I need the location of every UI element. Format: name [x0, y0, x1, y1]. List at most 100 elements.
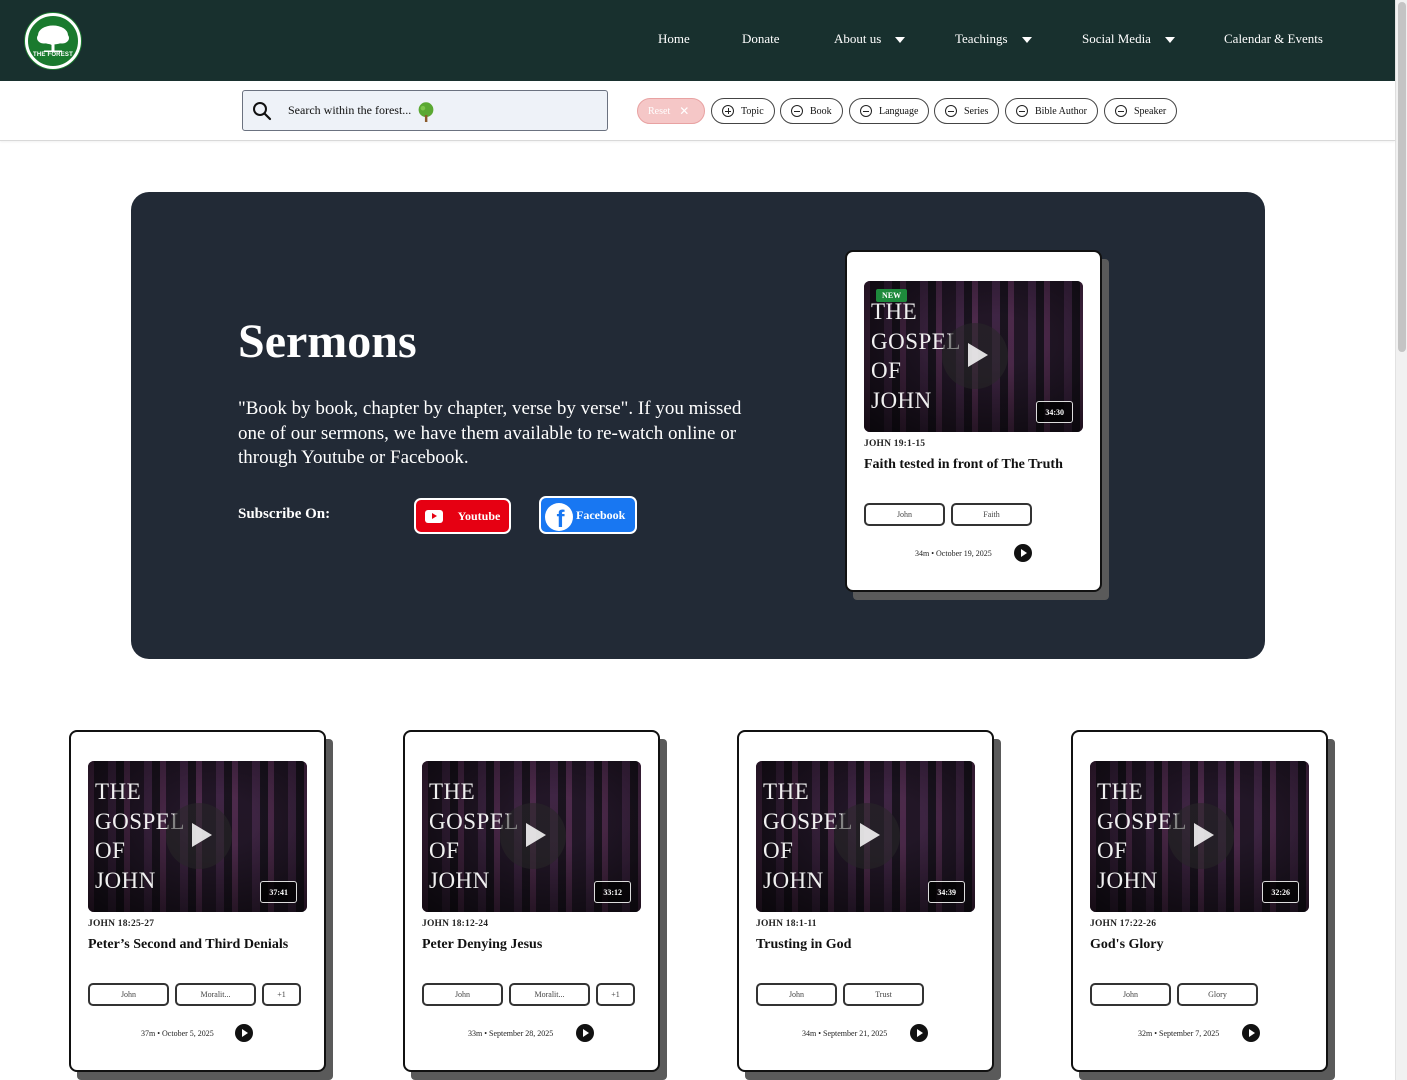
- filter-chip-series[interactable]: Series: [934, 98, 1000, 124]
- tag-chip[interactable]: John: [864, 503, 945, 526]
- duration-badge: 37:41: [260, 881, 297, 903]
- chevron-down-icon: [895, 36, 906, 43]
- card-body: THE GOSPEL OF JOHN NEW 34:30 JOHN 19:1-1…: [845, 250, 1102, 592]
- tag-chip-more[interactable]: +1: [262, 983, 301, 1006]
- filter-chip-label: Speaker: [1134, 105, 1167, 117]
- sermon-thumbnail[interactable]: THE GOSPEL OF JOHN NEW 34:30: [864, 281, 1083, 432]
- duration-badge: 32:26: [1262, 881, 1299, 903]
- card-body: THE GOSPEL OF JOHN 33:12 JOHN 18:12-24 P…: [403, 730, 660, 1072]
- tag-chip[interactable]: John: [88, 983, 169, 1006]
- sermon-card[interactable]: THE GOSPEL OF JOHN 37:41 JOHN 18:25-27 P…: [69, 730, 333, 1080]
- plus-circle-icon: [722, 105, 734, 117]
- duration-badge: 33:12: [594, 881, 631, 903]
- play-button[interactable]: [910, 1024, 928, 1042]
- filter-chip-label: Language: [879, 105, 919, 117]
- filter-chip-label: Series: [964, 105, 989, 117]
- play-icon[interactable]: [942, 323, 1008, 389]
- sermon-title[interactable]: Peter Denying Jesus: [422, 937, 542, 953]
- youtube-label: Youtube: [457, 508, 501, 523]
- play-icon[interactable]: [500, 803, 566, 869]
- tree-emoji-icon: [418, 102, 434, 122]
- sermon-title[interactable]: Faith tested in front of The Truth: [864, 457, 1063, 473]
- filter-chip-language[interactable]: Language: [849, 98, 930, 124]
- sermon-card[interactable]: THE GOSPEL OF JOHN 32:26 JOHN 17:22-26 G…: [1071, 730, 1335, 1080]
- tag-chip[interactable]: Faith: [951, 503, 1032, 526]
- sermon-title[interactable]: Trusting in God: [756, 937, 851, 953]
- sermon-meta: 32m • September 7, 2025: [1138, 1029, 1220, 1038]
- play-icon[interactable]: [834, 803, 900, 869]
- duration-badge: 34:39: [928, 881, 965, 903]
- sermon-meta: 33m • September 28, 2025: [468, 1029, 554, 1038]
- chevron-down-icon: [1021, 36, 1032, 43]
- reset-label: Reset: [648, 105, 671, 117]
- minus-circle-icon: [860, 105, 872, 117]
- filter-chip-topic[interactable]: Topic: [711, 98, 775, 124]
- tag-chip[interactable]: Moralit...: [175, 983, 256, 1006]
- sermon-verse: JOHN 18:1-11: [756, 919, 817, 929]
- sermon-thumbnail[interactable]: THE GOSPEL OF JOHN 37:41: [88, 761, 307, 912]
- nav-about-us[interactable]: About us: [834, 31, 906, 47]
- sermon-card[interactable]: THE GOSPEL OF JOHN 34:39 JOHN 18:1-11 Tr…: [737, 730, 1001, 1080]
- sermon-card[interactable]: THE GOSPEL OF JOHN 33:12 JOHN 18:12-24 P…: [403, 730, 667, 1080]
- card-body: THE GOSPEL OF JOHN 37:41 JOHN 18:25-27 P…: [69, 730, 326, 1072]
- play-icon[interactable]: [1168, 803, 1234, 869]
- search-icon: [253, 101, 272, 120]
- tag-chip[interactable]: Glory: [1177, 983, 1258, 1006]
- scrollbar-thumb[interactable]: [1398, 2, 1406, 352]
- page-title: Sermons: [238, 315, 417, 368]
- sermon-thumbnail[interactable]: THE GOSPEL OF JOHN 32:26: [1090, 761, 1309, 912]
- filter-chip-speaker[interactable]: Speaker: [1104, 98, 1178, 124]
- tag-chip[interactable]: John: [1090, 983, 1171, 1006]
- minus-circle-icon: [1016, 105, 1028, 117]
- minus-circle-icon: [791, 105, 803, 117]
- sermon-meta: 34m • October 19, 2025: [915, 549, 992, 558]
- tag-chip[interactable]: John: [756, 983, 837, 1006]
- filter-chip-book[interactable]: Book: [780, 98, 843, 124]
- duration-badge: 34:30: [1036, 401, 1073, 423]
- play-button[interactable]: [235, 1024, 253, 1042]
- facebook-button[interactable]: f Facebook: [539, 496, 637, 534]
- nav-teachings-label: Teachings: [955, 31, 1008, 46]
- tag-chip-more[interactable]: +1: [596, 983, 635, 1006]
- sermon-meta: 37m • October 5, 2025: [141, 1029, 214, 1038]
- minus-circle-icon: [945, 105, 957, 117]
- facebook-icon: f: [545, 503, 573, 531]
- minus-circle-icon: [1115, 105, 1127, 117]
- youtube-icon: [424, 509, 443, 523]
- tag-chip[interactable]: John: [422, 983, 503, 1006]
- nav-social-media[interactable]: Social Media: [1082, 31, 1175, 47]
- hero-description: "Book by book, chapter by chapter, verse…: [238, 398, 742, 468]
- chevron-down-icon: [1164, 36, 1175, 43]
- nav-home[interactable]: Home: [658, 31, 690, 47]
- reset-filters-button[interactable]: Reset ✕: [637, 98, 705, 124]
- sermon-title[interactable]: God's Glory: [1090, 937, 1164, 953]
- tag-chip[interactable]: Trust: [843, 983, 924, 1006]
- play-button[interactable]: [1242, 1024, 1260, 1042]
- sermon-verse: JOHN 19:1-15: [864, 439, 926, 449]
- top-navbar: THE FOREST Home Donate About us Teaching…: [0, 0, 1395, 81]
- sermon-thumbnail[interactable]: THE GOSPEL OF JOHN 33:12: [422, 761, 641, 912]
- sermon-title[interactable]: Peter’s Second and Third Denials: [88, 937, 288, 953]
- sermon-verse: JOHN 17:22-26: [1090, 919, 1157, 929]
- nav-calendar-events[interactable]: Calendar & Events: [1224, 31, 1323, 47]
- play-icon[interactable]: [166, 803, 232, 869]
- filter-chip-label: Topic: [741, 105, 764, 117]
- featured-sermon-card[interactable]: THE GOSPEL OF JOHN NEW 34:30 JOHN 19:1-1…: [845, 250, 1109, 600]
- facebook-label: Facebook: [576, 507, 626, 522]
- search-input[interactable]: [288, 103, 588, 118]
- filter-chip-bible-author[interactable]: Bible Author: [1005, 98, 1098, 124]
- nav-donate[interactable]: Donate: [742, 31, 780, 47]
- play-button[interactable]: [576, 1024, 594, 1042]
- page-scrollbar[interactable]: [1395, 0, 1407, 1080]
- nav-teachings[interactable]: Teachings: [955, 31, 1032, 47]
- subscribe-label: Subscribe On:: [238, 506, 331, 522]
- new-badge: NEW: [876, 289, 908, 302]
- sermon-verse: JOHN 18:25-27: [88, 919, 155, 929]
- tag-chip[interactable]: Moralit...: [509, 983, 590, 1006]
- filter-chip-label: Book: [810, 105, 832, 117]
- youtube-button[interactable]: Youtube: [414, 498, 511, 534]
- search-box: [242, 90, 608, 131]
- sermon-thumbnail[interactable]: THE GOSPEL OF JOHN 34:39: [756, 761, 975, 912]
- play-button[interactable]: [1014, 544, 1032, 562]
- sermon-verse: JOHN 18:12-24: [422, 919, 489, 929]
